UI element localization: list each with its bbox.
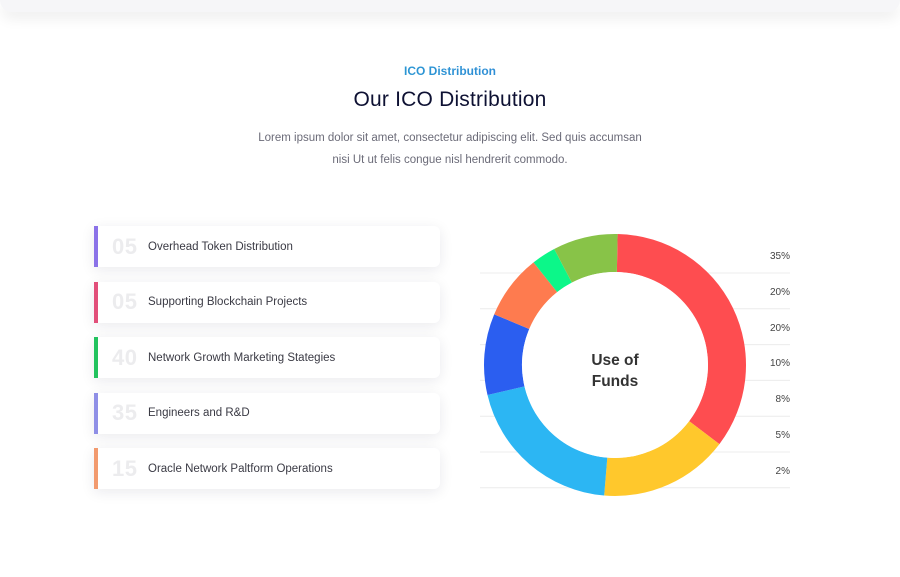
scale-label: 20% — [769, 286, 790, 298]
distribution-item: 40 Network Growth Marketing Stategies — [94, 337, 440, 378]
item-label: Oracle Network Paltform Operations — [148, 462, 333, 475]
scale-label: 8% — [775, 394, 790, 406]
distribution-item: 15 Oracle Network Paltform Operations — [94, 448, 440, 489]
scale-label: 20% — [769, 322, 790, 334]
top-header-shadow — [0, 0, 900, 12]
item-number: 05 — [112, 233, 138, 259]
item-label: Overhead Token Distribution — [148, 240, 293, 253]
scale-label: 10% — [769, 358, 790, 370]
item-label: Network Growth Marketing Stategies — [148, 351, 336, 364]
scale-label: 5% — [775, 430, 790, 441]
distribution-item: 05 Supporting Blockchain Projects — [94, 281, 440, 323]
item-label: Engineers and R&D — [148, 407, 250, 419]
color-bar — [94, 226, 98, 267]
donut-slice — [484, 314, 530, 396]
color-bar — [94, 337, 98, 378]
use-of-funds-chart: Use of Funds 35% 20% 20% 10% 8% 5% 2% — [470, 220, 800, 520]
item-number: 40 — [112, 344, 138, 370]
color-bar — [94, 448, 98, 489]
item-label: Supporting Blockchain Projects — [148, 296, 308, 308]
item-number: 05 — [112, 289, 138, 314]
item-number: 15 — [112, 455, 138, 481]
distribution-list: 05 Overhead Token Distribution 05 Suppor… — [94, 226, 440, 504]
distribution-item: 35 Engineers and R&D — [94, 392, 440, 434]
color-bar — [94, 392, 98, 434]
section-description: Lorem ipsum dolor sit amet, consectetur … — [258, 132, 642, 166]
section-title: Our ICO Distribution — [353, 88, 547, 111]
item-number: 35 — [112, 400, 138, 425]
section-eyebrow: ICO Distribution — [0, 64, 900, 78]
scale-label: 2% — [775, 465, 790, 477]
color-bar — [94, 281, 98, 323]
scale-label: 35% — [769, 251, 790, 262]
chart-center-title: Use of Funds — [591, 352, 639, 390]
distribution-item: 05 Overhead Token Distribution — [94, 226, 440, 267]
